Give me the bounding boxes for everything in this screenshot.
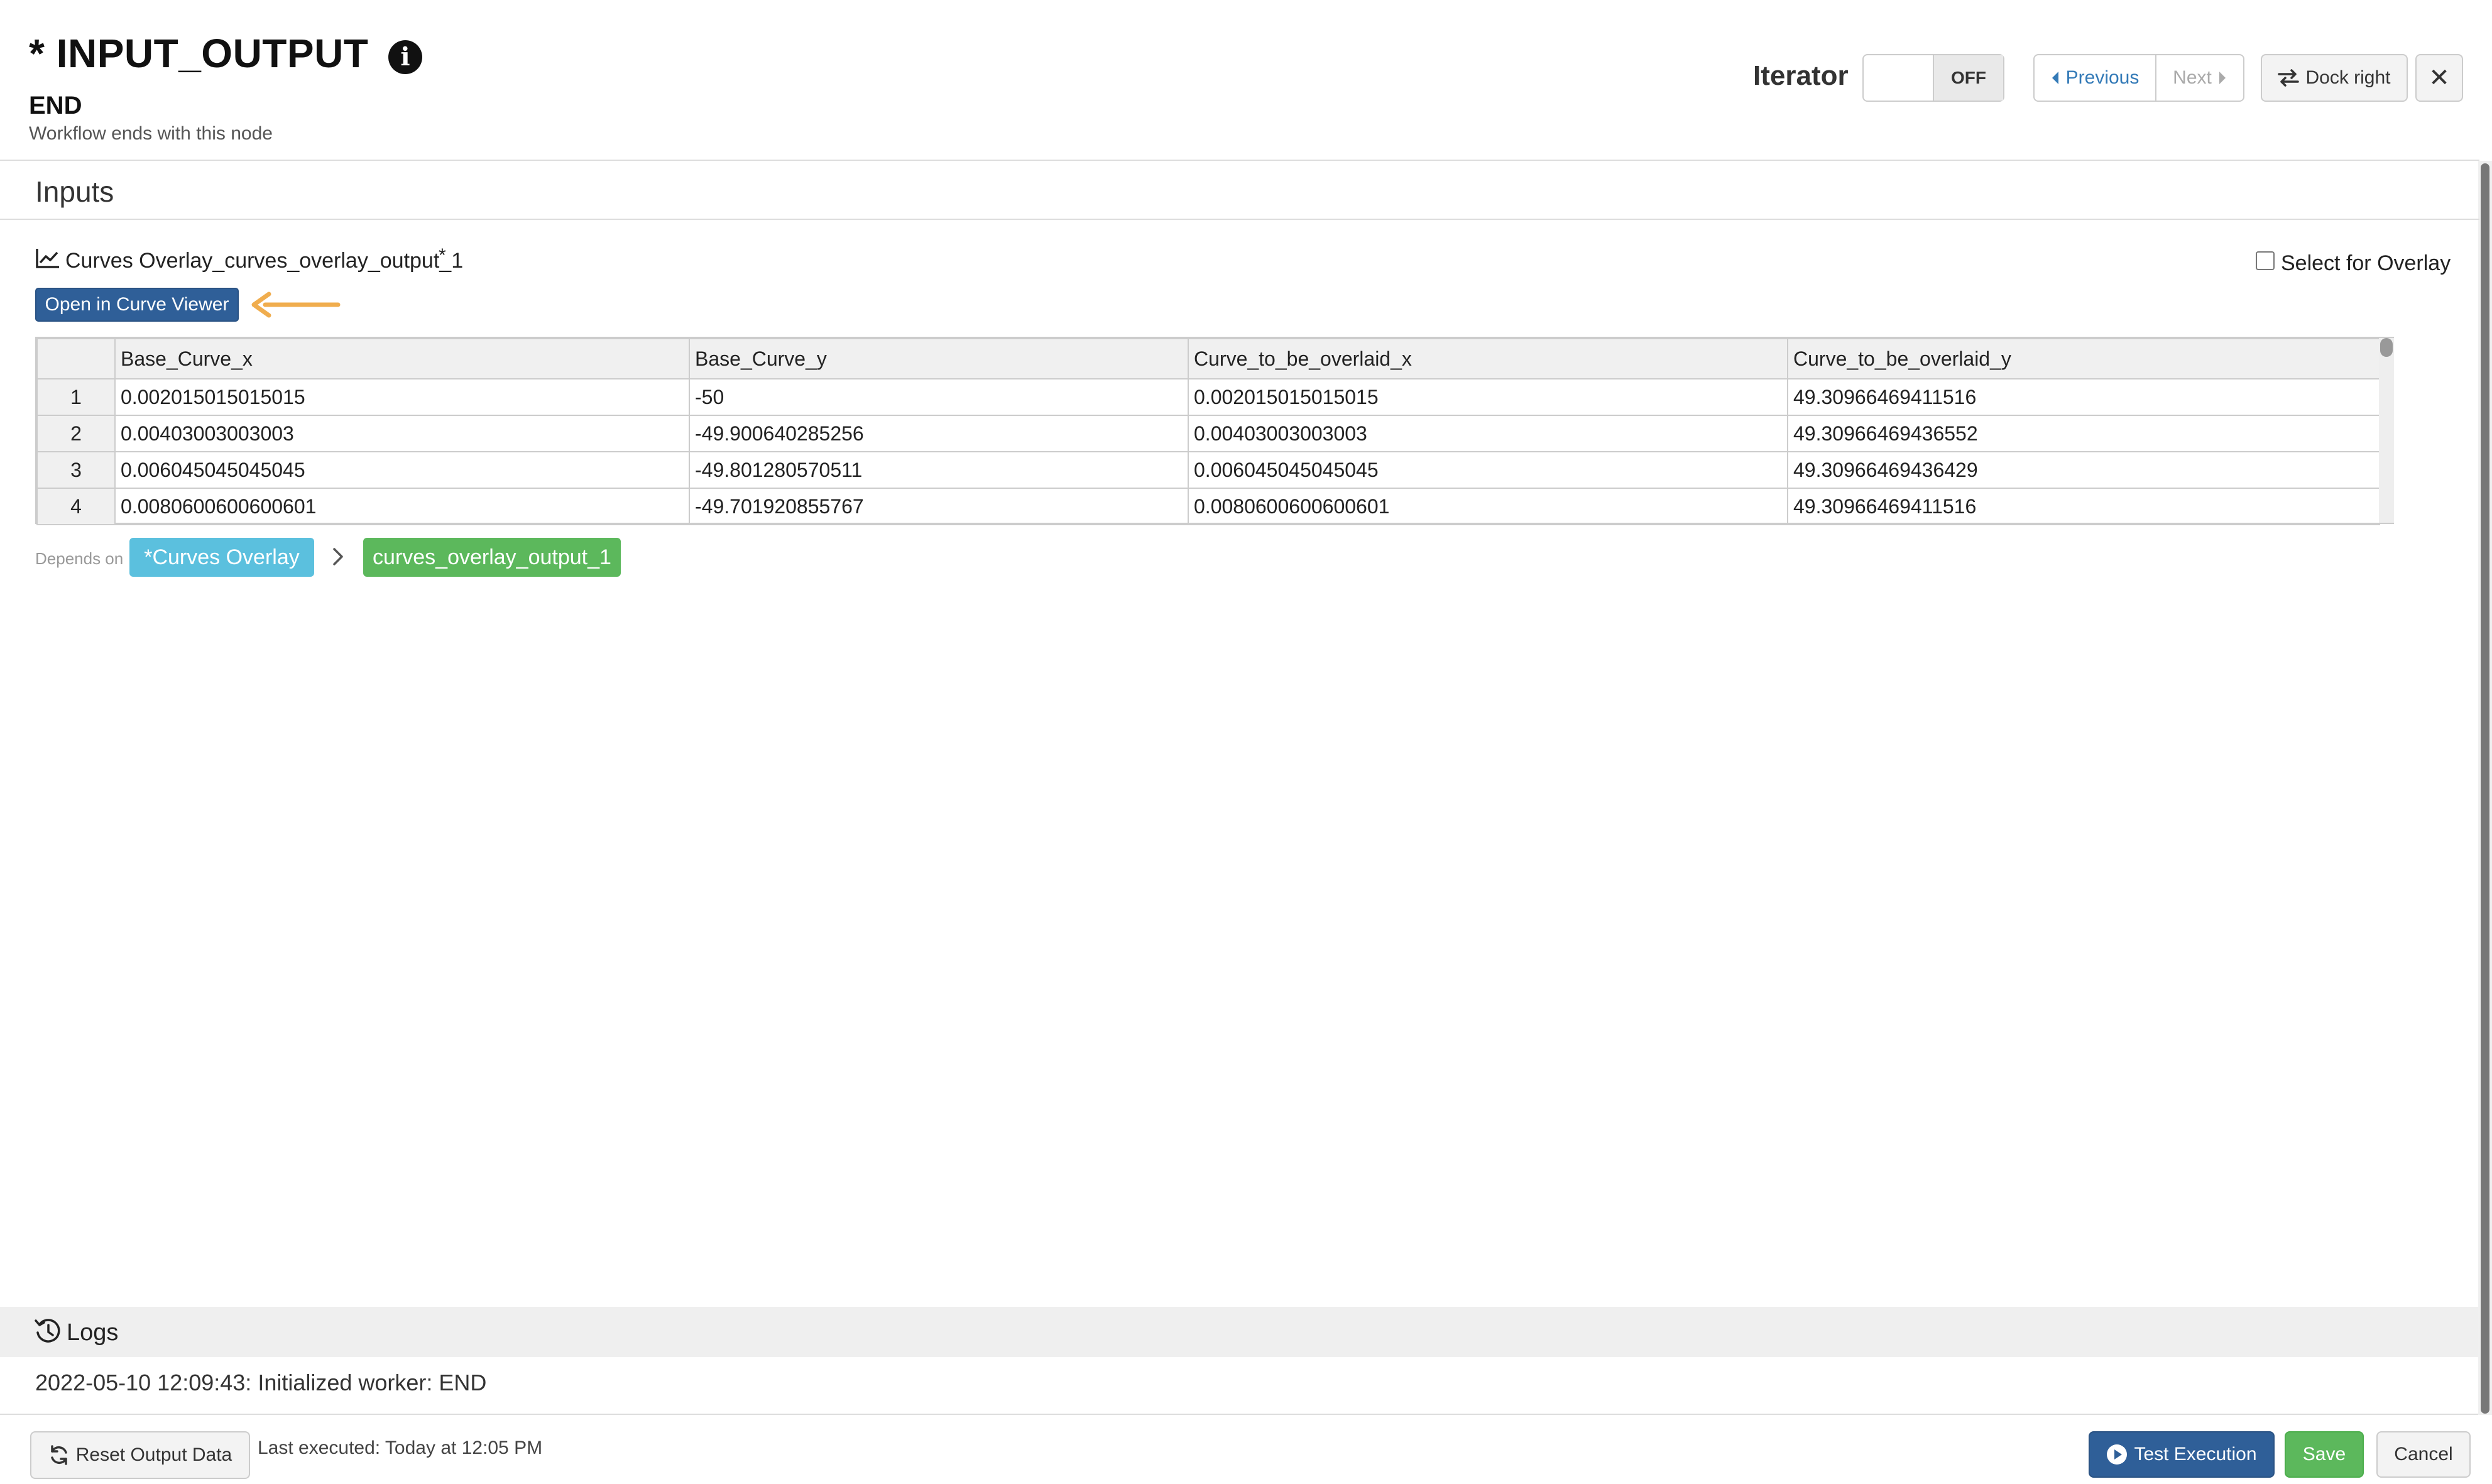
table-cell[interactable]: 49.30966469411516: [1787, 378, 2380, 416]
row-index: 1: [36, 378, 116, 416]
logs-header: [0, 1307, 2478, 1357]
grid-scrollbar[interactable]: [2379, 338, 2394, 523]
table-cell[interactable]: 49.30966469411516: [1787, 488, 2380, 525]
table-cell[interactable]: 0.00403003003003: [1188, 415, 1788, 452]
table-row: 1 0.002015015015015 -50 0.00201501501501…: [36, 378, 2380, 416]
line-chart-icon: [36, 249, 59, 268]
table-cell[interactable]: 0.0080600600600601: [114, 488, 690, 525]
open-curve-viewer-button[interactable]: Open in Curve Viewer: [35, 288, 239, 322]
previous-button[interactable]: Previous: [2033, 54, 2156, 102]
table-cell[interactable]: -49.900640285256: [689, 415, 1189, 452]
dependency-output-tag[interactable]: curves_overlay_output_1: [363, 538, 621, 577]
next-label: Next: [2173, 67, 2212, 88]
info-icon[interactable]: i: [388, 40, 422, 74]
history-icon: [35, 1319, 60, 1343]
iterator-state: OFF: [1933, 55, 2003, 101]
table-cell[interactable]: 0.006045045045045: [114, 451, 690, 489]
swap-icon: [2278, 69, 2300, 87]
column-header[interactable]: Curve_to_be_overlaid_y: [1787, 338, 2380, 379]
depends-on-label: Depends on: [35, 549, 124, 568]
save-button[interactable]: Save: [2285, 1431, 2364, 1478]
table-row: 4 0.0080600600600601 -49.701920855767 0.…: [36, 488, 2380, 525]
refresh-icon: [51, 1445, 67, 1465]
save-label: Save: [2302, 1444, 2346, 1465]
iterator-label: Iterator: [1753, 60, 1849, 91]
table-cell[interactable]: 49.30966469436552: [1787, 415, 2380, 452]
table-row: 3 0.006045045045045 -49.801280570511 0.0…: [36, 451, 2380, 489]
play-circle-icon: [2107, 1444, 2128, 1465]
page-scrollbar-thumb[interactable]: [2481, 163, 2489, 1414]
select-for-overlay-label[interactable]: Select for Overlay: [2281, 251, 2451, 276]
node-description: Workflow ends with this node: [29, 123, 273, 144]
close-icon: ✕: [2429, 64, 2450, 92]
table-cell[interactable]: 0.006045045045045: [1188, 451, 1788, 489]
output-name: Curves Overlay_curves_overlay_output_1: [65, 249, 464, 273]
table-cell[interactable]: 0.0080600600600601: [1188, 488, 1788, 525]
table-cell[interactable]: 0.002015015015015: [114, 378, 690, 416]
table-cell[interactable]: 49.30966469436429: [1787, 451, 2380, 489]
caret-right-icon: [2219, 72, 2226, 84]
data-table: Base_Curve_x Base_Curve_y Curve_to_be_ov…: [36, 338, 2380, 525]
select-for-overlay-checkbox[interactable]: [2256, 251, 2275, 270]
arrow-left-icon: [251, 292, 341, 318]
node-type: END: [29, 92, 82, 119]
footer-divider: [0, 1414, 2478, 1415]
logs-title: Logs: [67, 1319, 119, 1346]
table-cell[interactable]: 0.002015015015015: [1188, 378, 1788, 416]
table-cell[interactable]: -49.801280570511: [689, 451, 1189, 489]
test-execution-button[interactable]: Test Execution: [2089, 1431, 2275, 1478]
inputs-section-title: Inputs: [35, 175, 114, 208]
reset-output-button[interactable]: Reset Output Data: [30, 1431, 250, 1479]
cancel-button[interactable]: Cancel: [2376, 1431, 2471, 1478]
table-cell[interactable]: -49.701920855767: [689, 488, 1189, 525]
dock-right-button[interactable]: Dock right: [2261, 54, 2408, 102]
chevron-right-icon: [333, 548, 343, 565]
dock-right-label: Dock right: [2305, 67, 2391, 88]
dependency-node-tag[interactable]: *Curves Overlay: [129, 538, 314, 577]
grid-scrollbar-thumb[interactable]: [2380, 338, 2393, 357]
column-header[interactable]: Curve_to_be_overlaid_x: [1188, 338, 1788, 379]
close-button[interactable]: ✕: [2415, 54, 2463, 102]
next-button[interactable]: Next: [2155, 54, 2244, 102]
row-index: 2: [36, 415, 116, 452]
page-title: * INPUT_OUTPUT: [29, 31, 369, 76]
cancel-label: Cancel: [2394, 1444, 2453, 1465]
previous-label: Previous: [2065, 67, 2140, 88]
table-row: 2 0.00403003003003 -49.900640285256 0.00…: [36, 415, 2380, 452]
caret-left-icon: [2052, 72, 2058, 84]
row-index: 4: [36, 488, 116, 525]
column-header[interactable]: Base_Curve_x: [114, 338, 690, 379]
log-entry: 2022-05-10 12:09:43: Initialized worker:…: [35, 1370, 486, 1396]
iterator-toggle[interactable]: OFF: [1862, 54, 2004, 102]
table-header-row: Base_Curve_x Base_Curve_y Curve_to_be_ov…: [36, 338, 2380, 379]
column-header: [36, 338, 116, 379]
column-header[interactable]: Base_Curve_y: [689, 338, 1189, 379]
inputs-divider: [0, 219, 2479, 220]
last-executed-text: Last executed: Today at 12:05 PM: [258, 1438, 543, 1458]
table-cell[interactable]: 0.00403003003003: [114, 415, 690, 452]
header-divider: [0, 160, 2479, 161]
row-index: 3: [36, 451, 116, 489]
log-message: Initialized worker: END: [258, 1370, 487, 1395]
test-execution-label: Test Execution: [2134, 1444, 2257, 1465]
table-cell[interactable]: -50: [689, 378, 1189, 416]
reset-output-label: Reset Output Data: [75, 1444, 232, 1465]
log-timestamp: 2022-05-10 12:09:43:: [35, 1370, 252, 1395]
required-marker: *: [439, 245, 446, 266]
